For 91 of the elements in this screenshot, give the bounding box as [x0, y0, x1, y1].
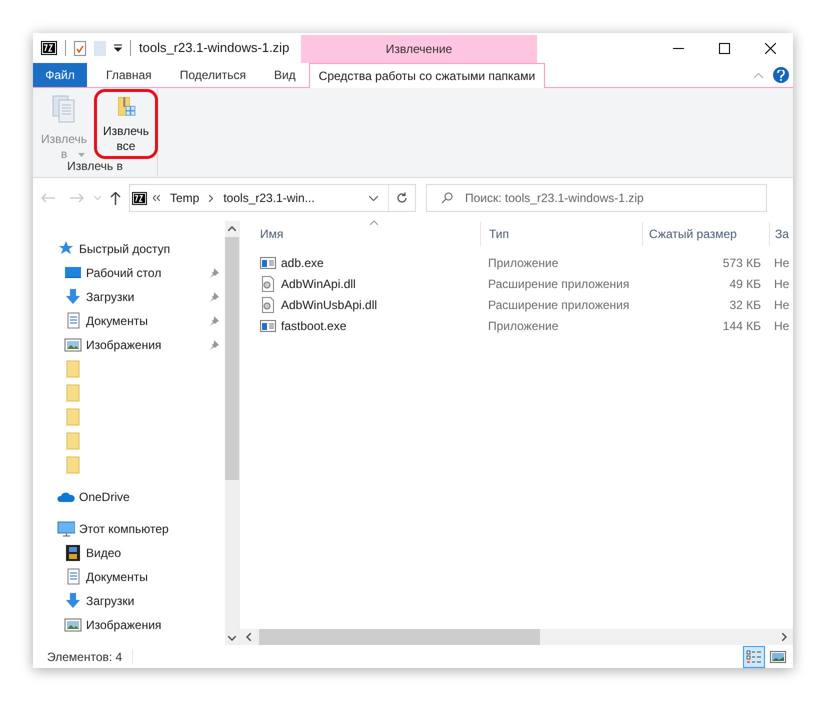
scrollbar-thumb[interactable] — [259, 629, 540, 645]
up-arrow-icon[interactable] — [110, 192, 121, 204]
scroll-left-icon[interactable] — [246, 633, 251, 641]
group-label: Извлечь в — [66, 158, 124, 175]
table-cell-text: Расширение приложения — [487, 296, 630, 314]
refresh-icon — [396, 192, 408, 204]
nav-item[interactable]: Загрузки — [86, 592, 134, 610]
film-icon — [64, 544, 82, 562]
picture-view-icon — [770, 650, 786, 664]
picture-icon — [64, 616, 82, 634]
nav-item[interactable]: Этот компьютер — [79, 520, 169, 538]
extract-button[interactable]: Извлечь все — [99, 94, 153, 154]
scroll-down-icon[interactable] — [228, 636, 236, 641]
nav-item[interactable]: Документы — [86, 312, 148, 330]
nav-item[interactable]: Изображения — [86, 616, 162, 634]
table-cell-text: Не — [773, 254, 790, 272]
folder-icon — [64, 456, 82, 474]
table-cell-text: Не — [773, 296, 790, 314]
details-view-icon — [746, 650, 762, 664]
scroll-right-icon[interactable] — [782, 633, 787, 641]
gear-file-icon — [260, 276, 276, 292]
table-cell-text: Не — [773, 318, 790, 334]
pin-icon[interactable] — [209, 340, 220, 350]
address-bar[interactable]: Temp tools_r23.1-win... — [129, 184, 416, 212]
search-field[interactable]: Поиск: tools_r23.1-windows-1.zip — [426, 184, 767, 212]
search-placeholder: Поиск: tools_r23.1-windows-1.zip — [465, 190, 644, 207]
file-name[interactable]: adb.exe — [281, 254, 324, 272]
help-button[interactable] — [773, 67, 789, 83]
vertical-scrollbar[interactable] — [225, 221, 239, 645]
folder-icon — [64, 384, 82, 402]
dropdown-chevron-icon[interactable] — [369, 196, 378, 200]
table-cell-text: 32 КБ — [728, 296, 762, 314]
nav-item[interactable]: Рабочий стол — [86, 264, 162, 282]
folder-icon — [64, 360, 82, 378]
breadcrumb-item[interactable]: tools_r23.1-win... — [223, 189, 315, 207]
maximize-icon — [718, 42, 730, 54]
nav-item[interactable]: OneDrive — [79, 488, 130, 506]
horizontal-scrollbar[interactable] — [240, 629, 793, 645]
properties-icon[interactable] — [74, 40, 86, 56]
download-arrow-icon — [64, 288, 82, 306]
computer-icon — [57, 520, 75, 538]
view-button[interactable] — [743, 646, 765, 668]
breadcrumb-separator-icon — [209, 194, 214, 202]
ribbon-tab[interactable]: Главная — [97, 63, 161, 87]
file-name[interactable]: AdbWinUsbApi.dll — [281, 296, 378, 314]
customize-toolbar-icon[interactable] — [114, 44, 122, 52]
ribbon-tab[interactable]: Файл — [33, 63, 87, 87]
window-title: tools_r23.1-windows-1.zip — [139, 39, 290, 58]
table-cell-text: Расширение приложения — [487, 276, 630, 292]
table-cell-text: 573 КБ — [722, 254, 762, 272]
application-icon — [260, 318, 276, 334]
table-cell-text: 144 КБ — [722, 318, 762, 334]
file-name[interactable]: AdbWinApi.dll — [281, 274, 356, 292]
table-cell-text: Приложение — [487, 254, 560, 272]
folder-icon — [64, 432, 82, 450]
column-header[interactable]: Сжатый размер — [642, 222, 769, 246]
nav-item[interactable]: Загрузки — [86, 288, 134, 306]
nav-item[interactable]: Видео — [86, 544, 122, 562]
table-cell-text: 49 КБ — [728, 276, 762, 292]
pin-icon[interactable] — [209, 268, 220, 278]
download-arrow-icon — [64, 592, 82, 610]
search-icon — [441, 192, 453, 204]
file-name[interactable]: fastboot.exe — [281, 316, 346, 334]
context-tab-header: Извлечение — [301, 35, 537, 63]
column-header[interactable]: За — [769, 222, 792, 246]
application-icon — [260, 254, 276, 270]
column-header[interactable]: Тип — [480, 222, 642, 246]
archive-app-icon[interactable] — [41, 41, 57, 55]
close-icon — [764, 42, 776, 54]
nav-item[interactable]: Быстрый доступ — [79, 240, 170, 258]
scroll-up-icon[interactable] — [228, 226, 236, 231]
dropdown-caret-icon — [78, 153, 84, 157]
scrollbar-thumb[interactable] — [225, 237, 239, 480]
nav-item[interactable]: Изображения — [86, 336, 162, 354]
status-text: Элементов: 4 — [47, 648, 122, 666]
ribbon-tab[interactable]: Средства работы со сжатыми папками — [308, 63, 546, 88]
breadcrumb-item[interactable]: Temp — [170, 189, 200, 207]
archive-app-icon — [132, 192, 147, 204]
pin-icon[interactable] — [209, 316, 220, 326]
table-cell-text: Приложение — [487, 318, 560, 334]
table-cell-text: Не — [773, 276, 790, 292]
ribbon-tab[interactable]: Поделиться — [170, 63, 255, 87]
overflow-chevron-icon[interactable] — [153, 195, 160, 201]
question-mark-icon — [777, 70, 785, 80]
folder-icon — [64, 408, 82, 426]
column-header[interactable]: Имя — [240, 222, 480, 246]
nav-item[interactable]: Документы — [86, 568, 148, 586]
picture-icon — [64, 336, 82, 354]
ribbon-tab[interactable]: Вид — [264, 63, 305, 87]
pin-icon[interactable] — [209, 292, 220, 302]
gear-file-icon — [260, 296, 276, 312]
